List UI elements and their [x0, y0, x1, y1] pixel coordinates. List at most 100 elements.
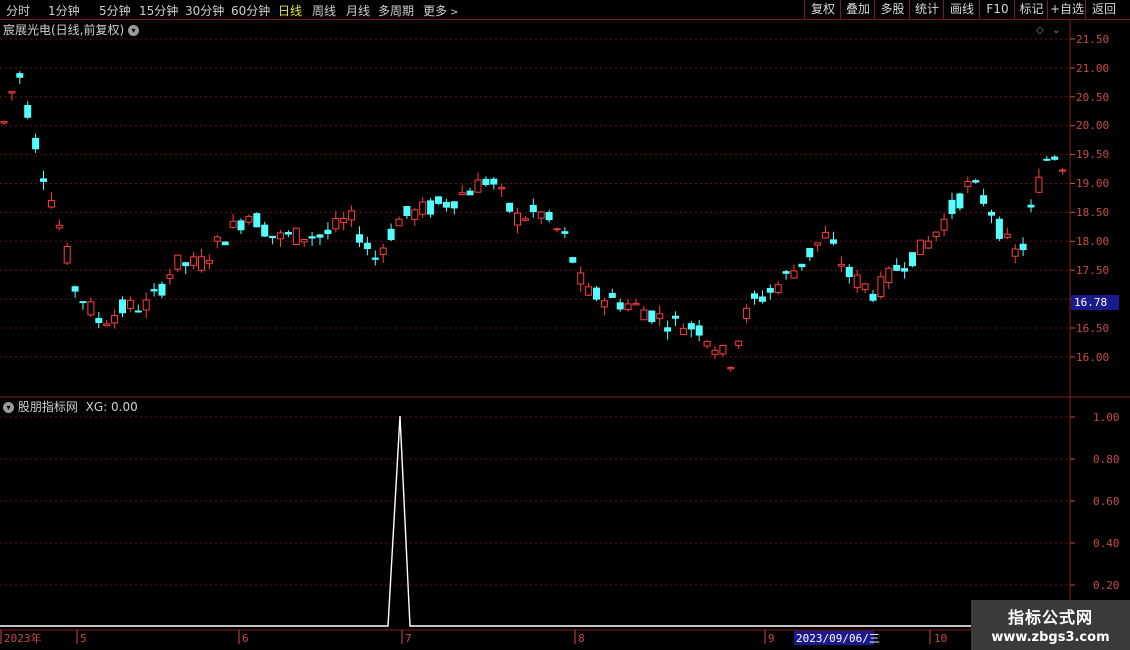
candle-body: [561, 231, 569, 234]
candle-body: [427, 200, 435, 215]
candle-body: [300, 238, 308, 243]
candle-body: [1035, 176, 1043, 193]
price-tick: 20.00: [1076, 119, 1109, 132]
time-label: 6: [242, 632, 249, 645]
kline-chart[interactable]: 21.50 21.00 20.50 20.00 19.50 19.00 18.5…: [0, 0, 1130, 650]
price-tick: 18.00: [1076, 235, 1109, 248]
candle-body: [1003, 233, 1011, 238]
candle-body: [972, 180, 980, 183]
candle-body: [924, 240, 932, 249]
candle-body: [87, 301, 95, 316]
candle-body: [158, 283, 166, 296]
candle-body: [1051, 156, 1059, 160]
time-label: 5: [80, 632, 87, 645]
watermark-url: www.zbgs3.com: [991, 630, 1110, 645]
side-panel-edge: [1118, 22, 1130, 398]
candle-body: [656, 313, 664, 320]
candle-body: [679, 328, 687, 336]
candle-body: [648, 310, 656, 323]
candle-body: [47, 199, 55, 208]
indicator-name: 股朋指标网: [17, 400, 78, 414]
candle-body: [237, 220, 245, 231]
price-grid: [0, 38, 1075, 358]
time-label: 7: [405, 632, 412, 645]
price-tick: 19.50: [1076, 148, 1109, 161]
dropdown-icon[interactable]: ▾: [128, 25, 140, 36]
candle-body: [142, 299, 150, 311]
candle-body: [916, 239, 924, 255]
candle-body: [711, 349, 719, 355]
candle-body: [893, 265, 901, 271]
candle-body: [190, 256, 198, 266]
time-label: 8: [578, 632, 585, 645]
stock-title: 宸展光电(日线,前复权): [3, 23, 125, 37]
stock-title-bar: 宸展光电(日线,前复权) ▾: [3, 21, 140, 38]
watermark: 指标公式网 www.zbgs3.com: [971, 600, 1130, 650]
time-label: 2023年: [4, 631, 42, 645]
candle-body: [877, 276, 885, 298]
price-tick: 21.50: [1076, 33, 1109, 46]
candle-body: [806, 248, 814, 258]
candle-body: [340, 217, 348, 224]
watermark-title: 指标公式网: [1007, 608, 1093, 627]
candle-body: [63, 246, 71, 264]
candle-body: [269, 235, 277, 239]
candle-body: [411, 209, 419, 220]
candle-body: [585, 286, 593, 296]
candle-body: [751, 293, 758, 299]
candle-body: [126, 299, 134, 309]
candle-body: [32, 137, 40, 150]
price-tick: 16.00: [1076, 351, 1109, 364]
candle-body: [308, 236, 316, 239]
candle-body: [640, 309, 648, 321]
candle-body: [593, 287, 600, 300]
price-tick: 18.50: [1076, 206, 1109, 219]
candle-body: [687, 323, 695, 330]
candle-body: [814, 242, 822, 246]
indicator-dropdown-icon[interactable]: ▾: [3, 402, 14, 413]
candle-body: [403, 205, 411, 216]
candle-body: [885, 267, 893, 284]
candle-body: [537, 211, 545, 219]
candle-body: [103, 323, 111, 327]
candle-body: [435, 196, 442, 204]
candle-body: [8, 91, 16, 94]
candle-body: [474, 179, 482, 193]
indicator-tick: 0.60: [1093, 495, 1120, 508]
indicator-title-bar: ▾ 股朋指标网 XG: 0.00: [3, 398, 138, 415]
indicator-value: XG: 0.00: [85, 400, 138, 414]
candle-body: [324, 229, 332, 235]
chevron-down-icon[interactable]: ⌄: [1052, 25, 1060, 36]
candle-body: [0, 121, 8, 124]
candle-body: [798, 263, 806, 268]
candle-body: [79, 301, 87, 304]
candle-body: [553, 228, 561, 231]
candle-body: [466, 190, 474, 196]
indicator-axis: 1.00 0.80 0.60 0.40 0.20: [1093, 411, 1120, 592]
candle-body: [845, 266, 853, 278]
candle-body: [55, 224, 63, 229]
candle-body: [529, 204, 537, 213]
candle-body: [174, 254, 182, 270]
candle-body: [608, 292, 616, 298]
candle-body: [616, 302, 624, 310]
indicator-tick: 0.80: [1093, 453, 1120, 466]
candle-body: [948, 199, 956, 214]
candle-body: [1019, 243, 1027, 251]
diamond-icon[interactable]: ◇: [1036, 25, 1044, 36]
candle-body: [150, 289, 158, 292]
candle-body: [1043, 158, 1051, 161]
candle-body: [348, 210, 356, 221]
candle-body: [861, 283, 869, 291]
price-tick: 17.50: [1076, 264, 1109, 277]
candle-body: [356, 234, 363, 243]
candle-body: [482, 178, 490, 186]
candle-body: [822, 231, 830, 239]
candle-body: [450, 201, 458, 209]
candle-body: [790, 270, 798, 279]
candle-body: [521, 218, 529, 221]
candle-body: [182, 262, 190, 267]
cursor-date: 2023/09/06/三: [796, 632, 880, 645]
candlesticks: [0, 71, 1067, 372]
candle-body: [442, 201, 450, 208]
